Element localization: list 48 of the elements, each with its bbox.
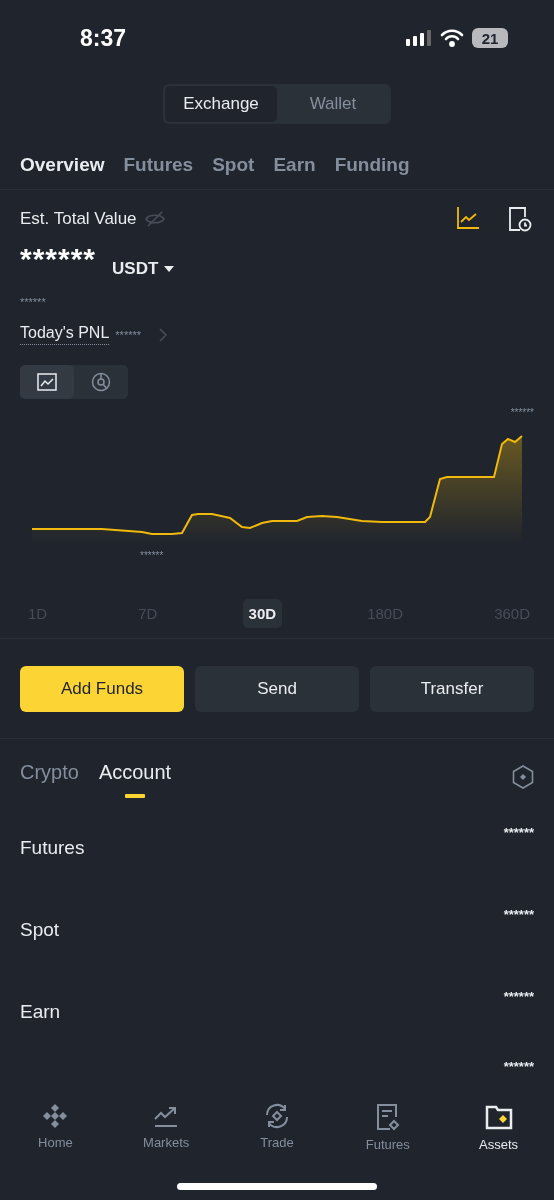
caret-down-icon bbox=[164, 266, 175, 272]
line-chart-toggle[interactable] bbox=[20, 365, 74, 399]
converted-amount: ****** bbox=[20, 296, 47, 308]
total-amount: ****** bbox=[20, 242, 97, 276]
wallet-folder-icon bbox=[484, 1103, 513, 1131]
tab[interactable]: Futures bbox=[123, 153, 194, 176]
account-balance: ****** bbox=[503, 825, 534, 842]
nav-tab[interactable]: Markets bbox=[121, 1102, 212, 1153]
status-time: 8:37 bbox=[80, 24, 127, 52]
signal-icon bbox=[406, 30, 432, 46]
section-tab[interactable]: Crypto bbox=[20, 761, 79, 784]
diamond-logo-icon bbox=[42, 1103, 69, 1129]
action-button[interactable]: Transfer bbox=[370, 666, 534, 712]
hexagon-settings-icon[interactable] bbox=[512, 765, 534, 789]
exchange-cycle-icon bbox=[263, 1103, 291, 1129]
pie-chart-icon bbox=[91, 372, 111, 392]
line-chart-icon bbox=[37, 373, 57, 391]
nav-tab[interactable]: Trade bbox=[232, 1102, 322, 1153]
add-funds-button[interactable]: Add Funds bbox=[20, 666, 184, 712]
account-balance: ****** bbox=[503, 907, 534, 924]
nav-tab[interactable]: Home bbox=[10, 1102, 101, 1153]
tab[interactable]: Earn bbox=[273, 153, 316, 176]
pnl-value: ****** bbox=[115, 328, 141, 341]
chart-min-label: ****** bbox=[140, 550, 164, 561]
period-tab[interactable]: 30D bbox=[242, 599, 283, 628]
segment-tab[interactable]: Wallet bbox=[277, 86, 389, 122]
section-tab[interactable]: Account bbox=[98, 761, 172, 798]
nav-tab[interactable]: Assets bbox=[453, 1102, 544, 1153]
account-name: Futures bbox=[20, 837, 85, 860]
document-icon bbox=[375, 1103, 400, 1131]
chart-max-label: ****** bbox=[510, 407, 534, 418]
battery-level: 21 bbox=[472, 28, 508, 48]
tab[interactable]: Funding bbox=[334, 153, 410, 176]
document-clock-icon[interactable] bbox=[508, 206, 532, 232]
account-name: Earn bbox=[20, 1001, 61, 1024]
wifi-icon bbox=[440, 29, 464, 47]
segment-tab[interactable]: Exchange bbox=[165, 86, 277, 122]
pnl-label[interactable]: Today's PNL bbox=[20, 324, 110, 345]
account-balance: ****** bbox=[503, 1059, 534, 1076]
tab[interactable]: Spot bbox=[212, 153, 255, 176]
total-value-label: Est. Total Value bbox=[20, 209, 137, 229]
account-name: Spot bbox=[20, 919, 60, 942]
currency-selector[interactable]: USDT bbox=[106, 258, 181, 280]
action-button[interactable]: Send bbox=[195, 666, 359, 712]
nav-tab[interactable]: Futures bbox=[342, 1102, 433, 1153]
account-balance: ****** bbox=[503, 989, 534, 1006]
line-chart-icon[interactable] bbox=[456, 206, 480, 230]
tab[interactable]: Overview bbox=[20, 153, 105, 176]
